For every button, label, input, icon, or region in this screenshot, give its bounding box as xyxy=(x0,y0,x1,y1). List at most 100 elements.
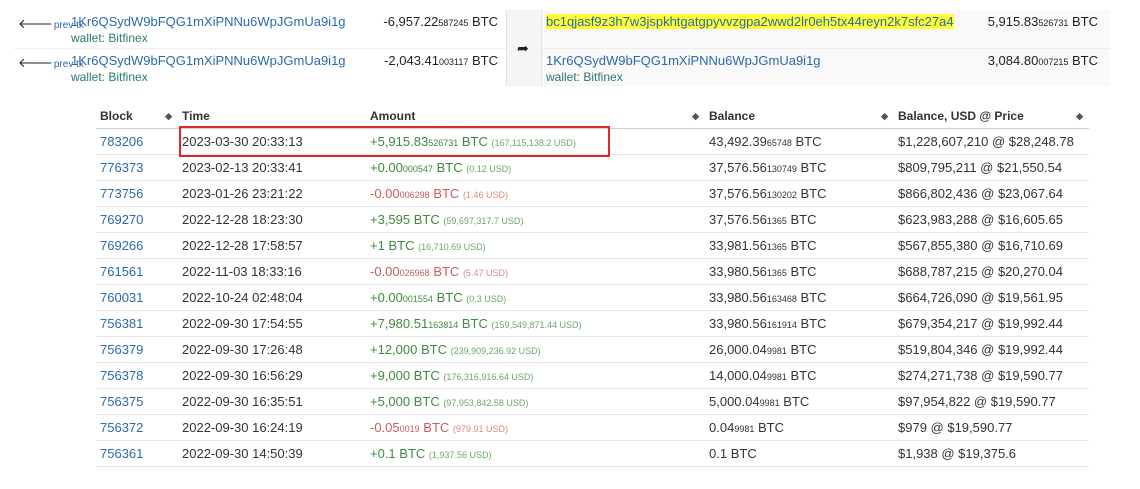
amount-value: -0.00026968 BTC (5.47 USD) xyxy=(370,264,508,279)
balance-value: 0.1 BTC xyxy=(705,440,894,467)
column-header-balance[interactable]: Balance ◆ xyxy=(705,105,894,129)
balance-main: 5,000.04 xyxy=(709,393,760,409)
table-row: 756379 2022-09-30 17:26:48 +12,000 BTC (23… xyxy=(96,336,1089,363)
balance-main: 33,981.56 xyxy=(709,237,767,253)
amount-unit: BTC xyxy=(413,393,440,409)
amount-unit: BTC xyxy=(423,419,450,435)
block-link[interactable]: 776373 xyxy=(96,154,178,181)
balance-value: 14,000.049981 BTC xyxy=(705,362,894,389)
table-row: 769266 2022-12-28 17:58:57 +1 BTC (16,710.… xyxy=(96,232,1089,259)
amount-usd: (5.47 USD) xyxy=(462,267,508,278)
sort-icon: ◆ xyxy=(881,111,888,121)
amount-fraction: 587245 xyxy=(438,18,469,28)
block-link[interactable]: 761561 xyxy=(96,258,178,285)
block-link[interactable]: 756375 xyxy=(96,388,178,415)
tx-amount: +0.00000547 BTC (0.12 USD) xyxy=(366,154,705,181)
column-header-amount[interactable]: Amount ◆ xyxy=(366,105,705,129)
amount-main: +1 xyxy=(370,237,385,253)
block-link[interactable]: 783206 xyxy=(96,128,178,155)
balance-fraction: 163468 xyxy=(766,293,797,304)
output-address-link[interactable]: 1Kr6QSydW9bFQG1mXiPNNu6WpJGmUa9i1g xyxy=(546,53,821,68)
balance-usd: $567,855,380 @ $16,710.69 xyxy=(894,232,1089,259)
amount-usd: (239,909,236.92 USD) xyxy=(450,345,541,356)
balance-value: 37,576.56130749 BTC xyxy=(705,154,894,181)
amount-value: -0.00006298 BTC (1.46 USD) xyxy=(370,186,508,201)
tx-amount: +5,000 BTC (97,953,842.58 USD) xyxy=(366,388,705,415)
amount-unit: BTC xyxy=(1072,53,1098,68)
input-amount: -6,957.22587245 BTC xyxy=(383,14,498,29)
balance-main: 43,492.39 xyxy=(709,133,767,149)
amount-value: +0.1 BTC (1,937.56 USD) xyxy=(370,446,491,461)
balance-main: 26,000.04 xyxy=(709,341,767,357)
amount-fraction: 163814 xyxy=(428,319,459,330)
amount-unit: BTC xyxy=(436,289,463,305)
amount-fraction: 526731 xyxy=(1038,18,1069,28)
tx-time: 2022-09-30 16:56:29 xyxy=(178,362,366,389)
amount-value: -0.050019 BTC (979.91 USD) xyxy=(370,420,508,435)
input-address-link[interactable]: 1Kr6QSydW9bFQG1mXiPNNu6WpJGmUa9i1g xyxy=(71,53,346,68)
output-address-link[interactable]: bc1qjasf9z3h7w3jspkhtgatgpyvvzgpa2wwd2lr… xyxy=(546,14,954,29)
balance-usd: $688,787,215 @ $20,270.04 xyxy=(894,258,1089,285)
tx-time: 2022-09-30 16:24:19 xyxy=(178,414,366,441)
table-row: 756375 2022-09-30 16:35:51 +5,000 BTC (97,… xyxy=(96,388,1089,415)
balance-unit: BTC xyxy=(790,367,817,383)
balance-value: 43,492.3965748 BTC xyxy=(705,128,894,155)
balance-history-table: Block ◆ Time Amount ◆ Balance ◆ Balance, US… xyxy=(96,105,1089,467)
column-header-balance-usd[interactable]: Balance, USD @ Price ◆ xyxy=(894,105,1089,129)
amount-value: +9,000 BTC (176,316,916.64 USD) xyxy=(370,368,533,383)
amount-value: +3,595 BTC (59,697,317.7 USD) xyxy=(370,212,523,227)
amount-unit: BTC xyxy=(461,133,488,149)
table-row: 761561 2022-11-03 18:33:16 -0.00026968 BTC… xyxy=(96,258,1089,285)
amount-fraction: 026968 xyxy=(399,267,430,278)
amount-unit: BTC xyxy=(420,341,447,357)
block-link[interactable]: 760031 xyxy=(96,284,178,311)
balance-usd: $679,354,217 @ $19,992.44 xyxy=(894,310,1089,337)
tx-amount: +0.1 BTC (1,937.56 USD) xyxy=(366,440,705,467)
input-wallet-link[interactable]: wallet: Bitfinex xyxy=(71,31,148,45)
balance-value: 33,980.56161914 BTC xyxy=(705,310,894,337)
balance-unit: BTC xyxy=(790,237,817,253)
amount-value: +0.00001554 BTC (0.3 USD) xyxy=(370,290,506,305)
balance-fraction: 9981 xyxy=(759,397,780,408)
input-wallet-link[interactable]: wallet: Bitfinex xyxy=(71,70,148,84)
block-link[interactable]: 756378 xyxy=(96,362,178,389)
block-link[interactable]: 773756 xyxy=(96,180,178,207)
tx-amount: +7,980.51163814 BTC (159,549,871.44 USD) xyxy=(366,310,705,337)
amount-main: +0.00 xyxy=(370,289,403,305)
amount-unit: BTC xyxy=(388,237,415,253)
amount-value: +5,915.83526731 BTC (167,115,138.2 USD) xyxy=(370,134,576,149)
block-link[interactable]: 756361 xyxy=(96,440,178,467)
amount-main: 5,915.83 xyxy=(987,14,1039,29)
balance-main: 14,000.04 xyxy=(709,367,767,383)
block-link[interactable]: 756372 xyxy=(96,414,178,441)
amount-usd: (159,549,871.44 USD) xyxy=(491,319,582,330)
tx-input-row: 🡐prev tx 1Kr6QSydW9bFQG1mXiPNNu6WpJGmUa9… xyxy=(14,48,506,86)
amount-usd: (1.46 USD) xyxy=(462,189,508,200)
balance-usd: $623,983,288 @ $16,605.65 xyxy=(894,206,1089,233)
block-link[interactable]: 769270 xyxy=(96,206,178,233)
amount-main: -6,957.22 xyxy=(383,14,439,29)
amount-unit: BTC xyxy=(433,185,460,201)
balance-unit: BTC xyxy=(800,185,827,201)
amount-usd: (167,115,138.2 USD) xyxy=(491,137,576,148)
balance-usd: $274,271,738 @ $19,590.77 xyxy=(894,362,1089,389)
column-header-block[interactable]: Block ◆ xyxy=(96,105,178,129)
output-wallet-link[interactable]: wallet: Bitfinex xyxy=(546,70,623,84)
balance-value: 33,980.56163468 BTC xyxy=(705,284,894,311)
balance-unit: BTC xyxy=(790,211,817,227)
column-header-time[interactable]: Time xyxy=(178,105,366,129)
amount-usd: (1,937.56 USD) xyxy=(428,449,492,460)
table-row: 773756 2023-01-26 23:21:22 -0.00006298 BTC… xyxy=(96,180,1089,207)
block-link[interactable]: 769266 xyxy=(96,232,178,259)
balance-value: 37,576.561365 BTC xyxy=(705,206,894,233)
sort-icon: ◆ xyxy=(165,111,172,121)
table-row: 756372 2022-09-30 16:24:19 -0.050019 BTC (… xyxy=(96,414,1089,441)
tx-amount: -0.00026968 BTC (5.47 USD) xyxy=(366,258,705,285)
amount-main: +9,000 xyxy=(370,367,411,383)
block-link[interactable]: 756381 xyxy=(96,310,178,337)
balance-unit: BTC xyxy=(800,315,827,331)
block-link[interactable]: 756379 xyxy=(96,336,178,363)
balance-unit: BTC xyxy=(790,263,817,279)
input-address-link[interactable]: 1Kr6QSydW9bFQG1mXiPNNu6WpJGmUa9i1g xyxy=(71,14,346,29)
amount-fraction: 003117 xyxy=(439,57,469,67)
